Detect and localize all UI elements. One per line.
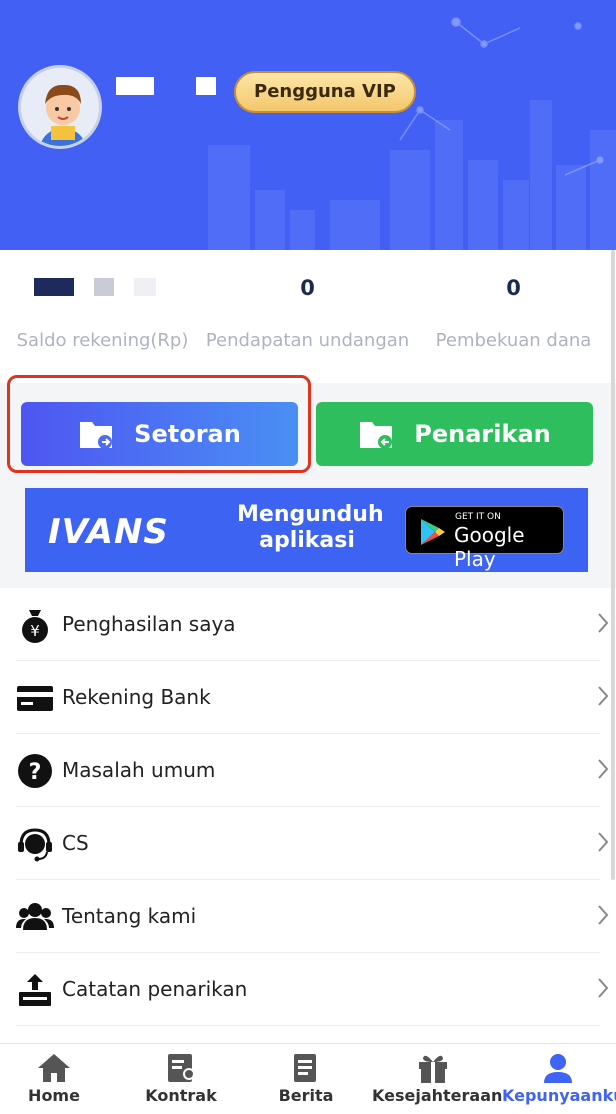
contract-icon — [168, 1054, 195, 1082]
home-icon — [38, 1054, 70, 1082]
question-icon: ? — [18, 754, 52, 788]
money-bag-icon: ¥ — [22, 610, 48, 643]
users-icon — [16, 903, 54, 930]
menu-label: Masalah umum — [62, 758, 216, 782]
balance-value-masked — [34, 278, 156, 296]
tab-label: Kontrak — [145, 1086, 217, 1105]
menu-item-customer-service[interactable]: CS — [16, 807, 609, 880]
chevron-right-icon — [598, 905, 609, 925]
menu-item-bank-account[interactable]: Rekening Bank — [16, 661, 609, 734]
menu-label: Catatan penarikan — [62, 977, 248, 1001]
stat-value: 0 — [506, 276, 521, 300]
menu-item-withdraw-records[interactable]: Catatan penarikan — [16, 953, 609, 1026]
menu-label: Penghasilan saya — [62, 612, 236, 636]
menu-list: ¥ Penghasilan saya Rekening Bank ? Masal… — [0, 588, 616, 1043]
svg-text:¥: ¥ — [30, 622, 40, 640]
withdraw-record-icon — [19, 974, 51, 1006]
bottom-tab-bar: Home Kontrak Berita Kesejahteraan Kepuny… — [0, 1043, 616, 1114]
gift-icon — [419, 1055, 447, 1083]
deposit-button[interactable]: Setoran — [21, 402, 298, 466]
withdraw-button[interactable]: Penarikan — [316, 402, 593, 466]
withdraw-label: Penarikan — [414, 420, 551, 448]
tab-home[interactable]: Home — [14, 1044, 94, 1114]
stat-invite-income: 0 Pendapatan undangan — [205, 250, 410, 383]
chevron-right-icon — [598, 978, 609, 998]
action-buttons: Setoran Penarikan — [0, 375, 616, 486]
folder-out-icon — [360, 422, 393, 449]
username-redacted — [116, 73, 216, 95]
tab-label: Kesejahteraan — [372, 1086, 503, 1105]
profile-header: Pengguna VIP — [0, 0, 616, 250]
tab-label: Kepunyaanku — [502, 1086, 616, 1105]
menu-item-my-income[interactable]: ¥ Penghasilan saya — [16, 588, 609, 661]
account-stats: Saldo rekening(Rp) 0 Pendapatan undangan… — [0, 250, 616, 383]
bank-card-icon — [17, 686, 53, 711]
stat-label: Pendapatan undangan — [205, 330, 410, 351]
tab-label: Berita — [278, 1086, 334, 1105]
chevron-right-icon — [598, 613, 609, 633]
stat-value: 0 — [300, 276, 315, 300]
chevron-right-icon — [598, 686, 609, 706]
google-play-icon — [421, 519, 445, 545]
menu-label: Tentang kami — [62, 904, 197, 928]
avatar[interactable] — [18, 65, 102, 149]
headset-icon — [18, 828, 52, 862]
download-app-banner[interactable]: IVANS Mengunduh aplikasi GET IT ON Googl… — [25, 488, 588, 572]
deposit-label: Setoran — [134, 420, 241, 448]
stat-label: Saldo rekening(Rp) — [16, 330, 189, 351]
store-small-text: GET IT ON — [455, 512, 501, 522]
store-big-text: Google Play — [454, 523, 525, 571]
svg-text:?: ? — [29, 760, 42, 785]
tab-news[interactable]: Berita — [266, 1044, 346, 1114]
menu-label: Rekening Bank — [62, 685, 211, 709]
brand-logo: IVANS — [48, 512, 169, 552]
stat-account-balance: Saldo rekening(Rp) — [0, 250, 205, 383]
tab-label: Home — [28, 1086, 80, 1105]
news-icon — [294, 1054, 316, 1082]
stat-frozen-funds: 0 Pembekuan dana — [411, 250, 616, 383]
scrollbar[interactable] — [611, 250, 615, 880]
tab-contract[interactable]: Kontrak — [140, 1044, 222, 1114]
tab-welfare[interactable]: Kesejahteraan — [372, 1044, 503, 1114]
chevron-right-icon — [598, 832, 609, 852]
folder-in-icon — [80, 422, 113, 449]
download-cta: Mengunduh aplikasi — [237, 502, 384, 553]
user-icon — [544, 1054, 572, 1083]
menu-item-faq[interactable]: ? Masalah umum — [16, 734, 609, 807]
chevron-right-icon — [598, 759, 609, 779]
menu-label: CS — [62, 831, 89, 855]
tab-mine[interactable]: Kepunyaanku — [502, 1044, 616, 1114]
vip-badge: Pengguna VIP — [234, 71, 416, 113]
stat-label: Pembekuan dana — [435, 330, 592, 351]
user-subline-redacted — [207, 123, 227, 137]
menu-item-about-us[interactable]: Tentang kami — [16, 880, 609, 953]
google-play-badge[interactable]: GET IT ON Google Play — [405, 506, 564, 571]
